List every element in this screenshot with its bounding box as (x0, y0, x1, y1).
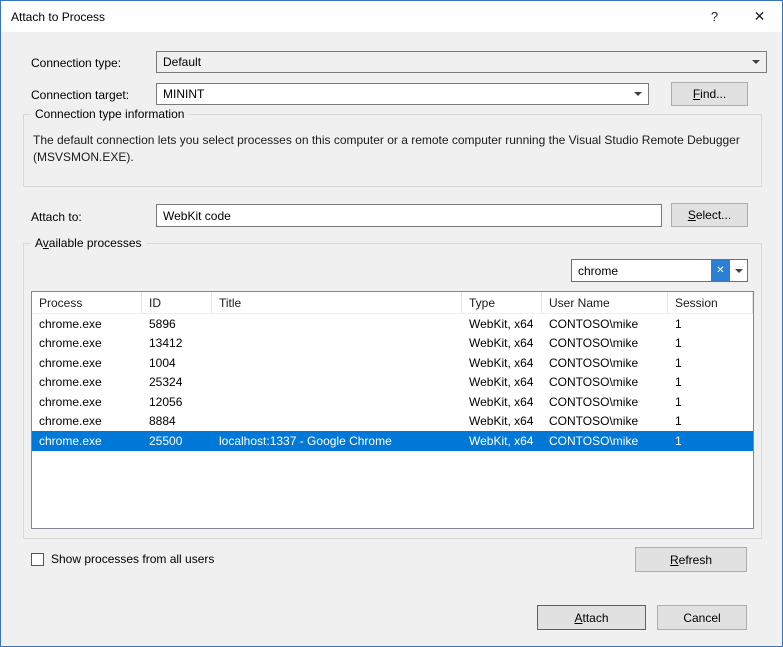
table-row[interactable]: chrome.exe 1004 WebKit, x64 CONTOSO\mike… (32, 353, 753, 373)
connection-type-info-group-title: Connection type information (31, 107, 188, 121)
cell-id: 12056 (142, 395, 212, 409)
cell-user: CONTOSO\mike (542, 336, 668, 350)
help-icon: ? (711, 9, 718, 24)
cell-user: CONTOSO\mike (542, 434, 668, 448)
column-header-session[interactable]: Session (668, 292, 753, 313)
cell-type: WebKit, x64 (462, 395, 542, 409)
cell-type: WebKit, x64 (462, 434, 542, 448)
cancel-button[interactable]: Cancel (657, 605, 747, 630)
cell-type: WebKit, x64 (462, 317, 542, 331)
attach-to-input[interactable] (156, 204, 662, 227)
window-title: Attach to Process (11, 10, 105, 24)
connection-type-info-text: The default connection lets you select p… (33, 132, 747, 166)
table-row[interactable]: chrome.exe 13412 WebKit, x64 CONTOSO\mik… (32, 334, 753, 354)
clear-search-button[interactable]: ✕ (711, 260, 730, 281)
table-row[interactable]: chrome.exe 25324 WebKit, x64 CONTOSO\mik… (32, 373, 753, 393)
available-processes-group-title: Available processes (31, 236, 146, 250)
cell-user: CONTOSO\mike (542, 414, 668, 428)
connection-target-value: MININT (163, 87, 204, 101)
cell-process: chrome.exe (32, 356, 142, 370)
process-search-box: ✕ (571, 259, 748, 282)
table-row[interactable]: chrome.exe 5896 WebKit, x64 CONTOSO\mike… (32, 314, 753, 334)
cell-process: chrome.exe (32, 336, 142, 350)
cell-id: 25500 (142, 434, 212, 448)
chevron-down-icon (746, 52, 766, 72)
caption-buttons: ? ✕ (692, 1, 782, 32)
show-all-users-label: Show processes from all users (51, 552, 214, 566)
refresh-button[interactable]: Refresh (635, 547, 747, 572)
cell-type: WebKit, x64 (462, 375, 542, 389)
table-row[interactable]: chrome.exe 8884 WebKit, x64 CONTOSO\mike… (32, 412, 753, 432)
cell-process: chrome.exe (32, 434, 142, 448)
column-header-title[interactable]: Title (212, 292, 462, 313)
attach-button[interactable]: Attach (537, 605, 646, 630)
table-row-selected[interactable]: chrome.exe 25500 localhost:1337 - Google… (32, 431, 753, 451)
cell-type: WebKit, x64 (462, 356, 542, 370)
process-search-input[interactable] (572, 264, 711, 278)
cell-process: chrome.exe (32, 317, 142, 331)
cell-id: 25324 (142, 375, 212, 389)
cell-user: CONTOSO\mike (542, 356, 668, 370)
show-all-users-option[interactable]: Show processes from all users (31, 552, 214, 566)
cell-id: 13412 (142, 336, 212, 350)
show-all-users-checkbox[interactable] (31, 553, 44, 566)
cell-session: 1 (668, 375, 753, 389)
chevron-down-icon (628, 84, 648, 104)
column-header-process[interactable]: Process (32, 292, 142, 313)
attach-to-label: Attach to: (31, 210, 82, 224)
cell-process: chrome.exe (32, 414, 142, 428)
chevron-down-icon (735, 269, 743, 273)
select-button[interactable]: Select... (671, 203, 748, 227)
table-header: Process ID Title Type User Name Session (32, 292, 753, 314)
connection-type-value: Default (163, 55, 201, 69)
cell-type: WebKit, x64 (462, 414, 542, 428)
clear-icon: ✕ (716, 265, 724, 276)
table-body: chrome.exe 5896 WebKit, x64 CONTOSO\mike… (32, 314, 753, 451)
column-header-type[interactable]: Type (462, 292, 542, 313)
cell-session: 1 (668, 317, 753, 331)
connection-type-select[interactable]: Default (156, 51, 767, 73)
dialog-attach-to-process: Attach to Process ? ✕ Connection type: D… (0, 0, 783, 647)
help-button[interactable]: ? (692, 1, 737, 32)
cell-user: CONTOSO\mike (542, 317, 668, 331)
cell-session: 1 (668, 414, 753, 428)
cell-process: chrome.exe (32, 395, 142, 409)
cell-session: 1 (668, 356, 753, 370)
cell-type: WebKit, x64 (462, 336, 542, 350)
connection-target-label: Connection target: (31, 88, 129, 102)
column-header-id[interactable]: ID (142, 292, 212, 313)
cell-process: chrome.exe (32, 375, 142, 389)
connection-type-label: Connection type: (31, 56, 121, 70)
cell-id: 1004 (142, 356, 212, 370)
cell-session: 1 (668, 395, 753, 409)
cell-id: 8884 (142, 414, 212, 428)
cell-user: CONTOSO\mike (542, 375, 668, 389)
cell-title: localhost:1337 - Google Chrome (212, 434, 462, 448)
find-button[interactable]: Find... (671, 82, 748, 106)
cell-id: 5896 (142, 317, 212, 331)
cell-session: 1 (668, 336, 753, 350)
titlebar[interactable]: Attach to Process ? ✕ (1, 1, 782, 32)
search-dropdown-button[interactable] (730, 260, 747, 281)
close-icon: ✕ (754, 8, 766, 25)
connection-target-combobox[interactable]: MININT (156, 83, 649, 105)
table-row[interactable]: chrome.exe 12056 WebKit, x64 CONTOSO\mik… (32, 392, 753, 412)
cell-session: 1 (668, 434, 753, 448)
close-button[interactable]: ✕ (737, 1, 782, 32)
column-header-user-name[interactable]: User Name (542, 292, 668, 313)
cell-user: CONTOSO\mike (542, 395, 668, 409)
process-table: Process ID Title Type User Name Session … (31, 291, 754, 529)
